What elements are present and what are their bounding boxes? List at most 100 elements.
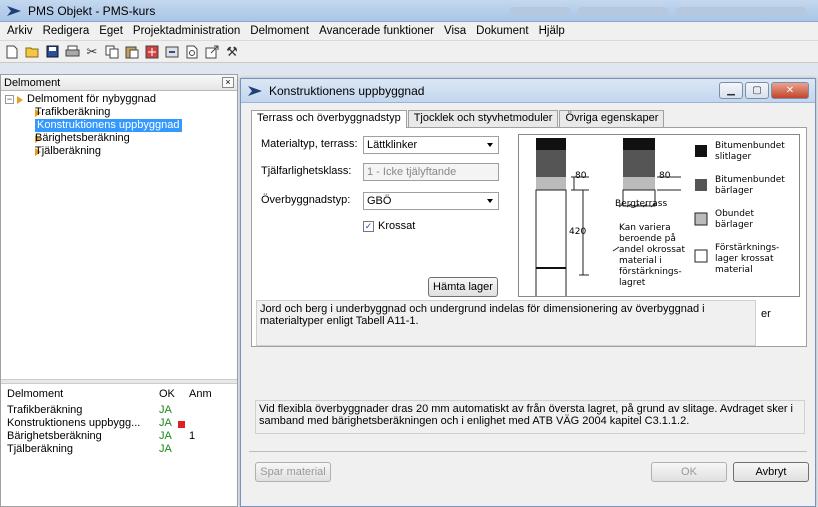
materialtyp-value: Lättklinker [367, 139, 418, 151]
materialtyp-select[interactable]: Lättklinker [363, 136, 499, 154]
dialog-titlebar: Konstruktionens uppbyggnad ▁ ▢ ✕ [241, 79, 815, 103]
overbyggnad-select[interactable]: GBÖ [363, 192, 499, 210]
table-row[interactable]: Trafikberäkning JA [1, 404, 237, 417]
avbryt-button[interactable]: Avbryt [733, 462, 809, 482]
paste-icon[interactable] [122, 43, 142, 61]
dialog-title: Konstruktionens uppbyggnad [269, 83, 425, 98]
tjal-value: 1 - Icke tjälyftande [367, 166, 457, 178]
maximize-icon[interactable]: ▢ [745, 82, 769, 99]
menu-bar: Arkiv Redigera Eget Projektadministratio… [0, 22, 818, 41]
legend-line: bärlager [715, 220, 753, 230]
new-icon[interactable] [2, 43, 22, 61]
pane-splitter[interactable] [1, 379, 237, 384]
menu-arkiv[interactable]: Arkiv [2, 25, 38, 37]
chevron-down-icon [487, 143, 493, 147]
menu-projektadministration[interactable]: Projektadministration [128, 25, 245, 37]
note-line: lagret [619, 278, 646, 288]
row-name: Trafikberäkning [7, 404, 83, 416]
table-row[interactable]: Konstruktionens uppbygg... JA [1, 417, 237, 430]
note-line: andel okrossat [619, 245, 685, 255]
pane-close-icon[interactable]: × [222, 77, 234, 88]
legend-box-forstarkning [694, 249, 708, 263]
header-anm[interactable]: Anm [189, 388, 229, 401]
toolbar: ✂ ⚒ [0, 41, 818, 63]
copy-icon[interactable] [102, 43, 122, 61]
menu-visa[interactable]: Visa [439, 25, 471, 37]
pms-logo-icon [7, 5, 21, 16]
tree-item-label: Konstruktionens uppbyggnad [35, 119, 182, 132]
row-anm: 1 [189, 430, 196, 442]
minimize-icon[interactable]: ▁ [719, 82, 743, 99]
close-icon[interactable]: ✕ [771, 82, 809, 99]
menu-redigera[interactable]: Redigera [38, 25, 95, 37]
tree-root-label: Delmoment för nybyggnad [27, 93, 157, 105]
dim-80-left-label: 80 [575, 171, 587, 181]
menu-eget[interactable]: Eget [94, 25, 128, 37]
tree-item-barighetsberakning[interactable]: Bärighetsberäkning [5, 132, 237, 145]
import-icon[interactable] [162, 43, 182, 61]
tree-item-tjalberakning[interactable]: Tjälberäkning [5, 145, 237, 158]
overbyggnad-value: GBÖ [367, 195, 392, 207]
tab-terrass[interactable]: Terrass och överbyggnadstyp [251, 110, 407, 128]
row-anm [189, 443, 229, 456]
diagram-slitlager-right [623, 138, 655, 150]
table-row[interactable]: Bärighetsberäkning JA 1 [1, 430, 237, 443]
export-icon[interactable] [202, 43, 222, 61]
legend-box-slitlager [695, 145, 707, 157]
collapse-icon[interactable]: − [5, 95, 14, 104]
note-line: beroende på [619, 234, 676, 244]
window-title: PMS Objekt - PMS-kurs [28, 3, 156, 18]
tree-item-konstruktionens-uppbyggnad[interactable]: Konstruktionens uppbyggnad [5, 119, 237, 132]
header-delmoment[interactable]: Delmoment [7, 388, 159, 401]
open-icon[interactable] [22, 43, 42, 61]
diagram-obundet-left [536, 177, 566, 190]
legend-line: lager krossat [715, 254, 774, 264]
diagram-obundet-right [623, 177, 655, 190]
header-ok[interactable]: OK [159, 388, 189, 401]
arrow-icon [17, 95, 23, 104]
chevron-down-icon [487, 199, 493, 203]
info-text-terrass: Jord och berg i underbyggnad och undergr… [260, 303, 705, 327]
bergterrass-label: Bergterrass [615, 199, 668, 209]
tjal-field: 1 - Icke tjälyftande [363, 163, 499, 181]
checkmark-icon[interactable]: ✓ [363, 220, 374, 232]
konstruktion-dialog: Konstruktionens uppbyggnad ▁ ▢ ✕ Terrass… [240, 78, 816, 507]
menu-dokument[interactable]: Dokument [471, 25, 533, 37]
krossat-checkbox[interactable]: ✓ Krossat [363, 220, 415, 232]
row-ok: JA [159, 404, 172, 416]
blurred-text [676, 7, 806, 15]
note-line: material i [619, 256, 662, 266]
status-table: Delmoment OK Anm Trafikberäkning JA Kons… [1, 385, 237, 456]
tools-icon[interactable]: ⚒ [222, 43, 242, 61]
spar-material-button[interactable]: Spar material [255, 462, 331, 482]
table-row[interactable]: Tjälberäkning JA [1, 443, 237, 456]
menu-delmoment[interactable]: Delmoment [245, 25, 314, 37]
diagram-slitlager-left [536, 138, 566, 150]
save-icon[interactable] [42, 43, 62, 61]
legend-line: Förstärknings- [715, 243, 780, 253]
note-line: Kan variera [619, 223, 671, 233]
tree-root[interactable]: − Delmoment för nybyggnad [5, 93, 237, 106]
legend-box-obundet [694, 212, 708, 226]
print-icon[interactable] [62, 43, 82, 61]
table-header: Delmoment OK Anm [1, 388, 237, 401]
hamta-lager-button[interactable]: Hämta lager [428, 277, 498, 297]
tab-tjocklek[interactable]: Tjocklek och styvhetmoduler [407, 110, 559, 127]
delmoment-tree: − Delmoment för nybyggnad Trafikberäknin… [1, 91, 237, 158]
tree-item-label: Bärighetsberäkning [35, 132, 130, 144]
calculate-icon[interactable] [142, 43, 162, 61]
ok-button[interactable]: OK [651, 462, 727, 482]
info-text-overflow: er [761, 308, 771, 320]
tree-item-trafikberakning[interactable]: Trafikberäkning [5, 106, 237, 119]
pms-logo-icon [248, 85, 262, 96]
legend-line: Obundet [715, 209, 754, 219]
menu-hjalp[interactable]: Hjälp [534, 25, 570, 37]
menu-avancerade-funktioner[interactable]: Avancerade funktioner [314, 25, 439, 37]
legend-line: Bitumenbundet [715, 175, 785, 185]
dim-420-label: 420 [569, 227, 587, 237]
row-ok: JA [159, 443, 172, 455]
print-preview-icon[interactable] [182, 43, 202, 61]
cut-icon[interactable]: ✂ [82, 43, 102, 61]
tab-ovriga[interactable]: Övriga egenskaper [559, 110, 665, 127]
dim-80-right-label: 80 [659, 171, 671, 181]
